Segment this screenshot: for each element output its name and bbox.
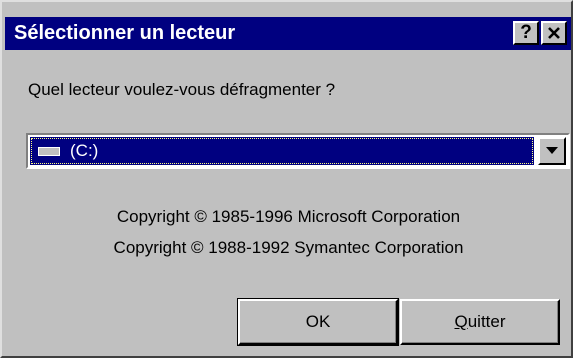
copyright-symantec: Copyright © 1988-1992 Symantec Corporati… xyxy=(113,238,464,257)
help-button[interactable]: ? xyxy=(513,21,539,45)
copyright-microsoft: Copyright © 1985-1996 Microsoft Corporat… xyxy=(116,207,461,226)
hard-drive-icon xyxy=(38,147,60,156)
dialog-title: Sélectionner un lecteur xyxy=(14,22,236,44)
select-drive-dialog: Sélectionner un lecteur ? Quel lecteur v… xyxy=(0,0,573,358)
dropdown-arrow-button[interactable] xyxy=(538,137,566,165)
drive-select-value[interactable]: (C:) xyxy=(30,137,534,165)
title-bar[interactable]: Sélectionner un lecteur ? xyxy=(5,17,571,50)
drive-prompt-label: Quel lecteur voulez-vous défragmenter ? xyxy=(28,80,336,99)
quit-button[interactable]: Quitter xyxy=(400,299,560,345)
drive-label: (C:) xyxy=(70,141,99,160)
quit-accelerator: Q xyxy=(454,312,468,331)
close-button[interactable] xyxy=(541,21,567,45)
close-icon xyxy=(548,27,560,39)
chevron-down-icon xyxy=(546,147,558,154)
ok-button[interactable]: OK xyxy=(237,298,399,346)
quit-label-rest: uitter xyxy=(467,312,506,331)
drive-select[interactable]: (C:) xyxy=(26,133,570,169)
help-icon: ? xyxy=(520,22,532,43)
